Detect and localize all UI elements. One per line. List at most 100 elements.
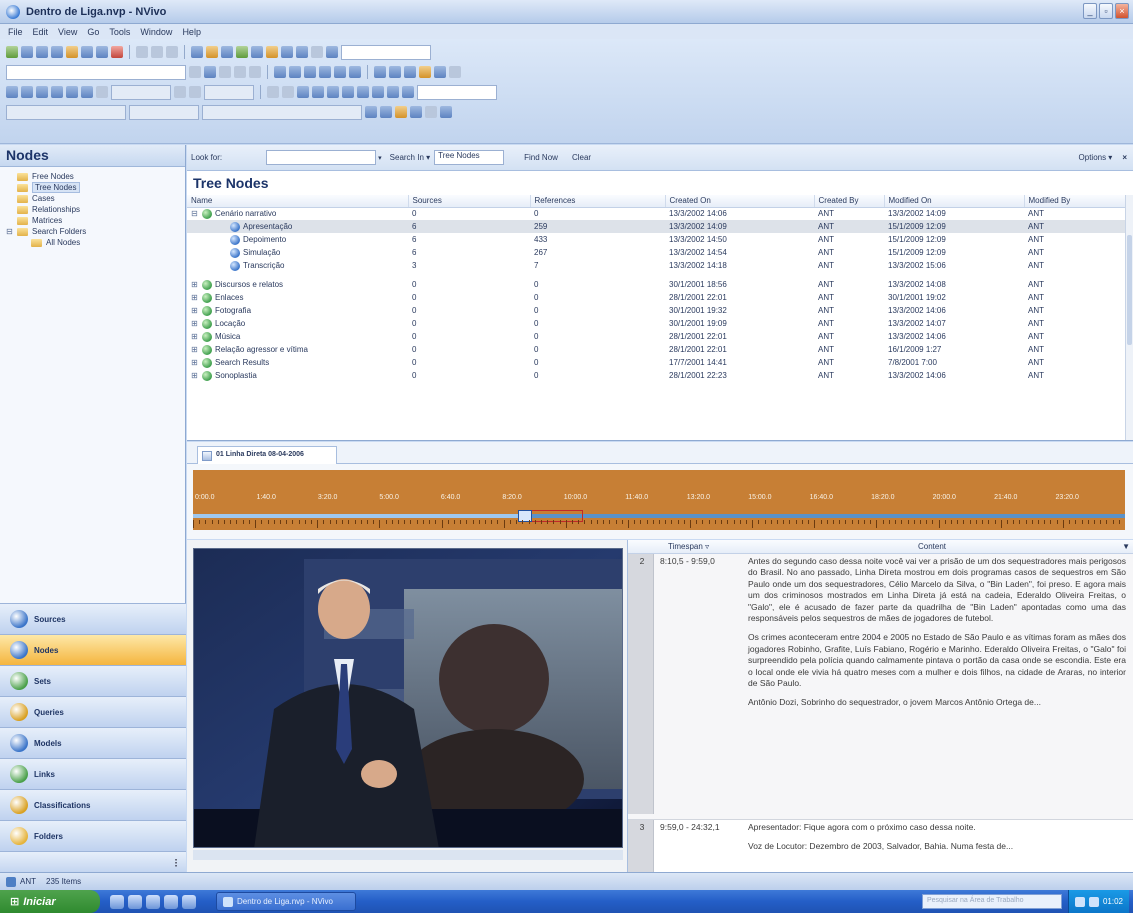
query-icon[interactable] <box>206 46 218 58</box>
font-icon[interactable] <box>189 66 201 78</box>
col-created-on[interactable]: Created On <box>665 195 815 208</box>
close-button[interactable]: × <box>1115 3 1129 19</box>
video-controls-bar[interactable] <box>193 850 623 860</box>
code-in-vivo-icon[interactable] <box>395 106 407 118</box>
minimize-button[interactable]: _ <box>1083 3 1097 19</box>
grid-4-icon[interactable] <box>357 86 369 98</box>
timeline-playhead[interactable] <box>517 510 532 522</box>
table-row[interactable]: ⊞ Locação 0 0 30/1/2001 19:09 ANT 13/3/2002 14… <box>187 317 1125 330</box>
volume-icon[interactable] <box>96 86 108 98</box>
code-icon[interactable] <box>365 106 377 118</box>
look-for-dropdown-icon[interactable]: ▾ <box>378 154 382 162</box>
indent-icon[interactable] <box>374 66 386 78</box>
fast-forward-icon[interactable] <box>51 86 63 98</box>
play-selection-icon[interactable] <box>297 86 309 98</box>
toolbar-combo-1[interactable] <box>341 44 431 60</box>
align-center-icon[interactable] <box>289 66 301 78</box>
justify-icon[interactable] <box>319 66 331 78</box>
menu-window[interactable]: Window <box>140 27 172 37</box>
stripes-icon[interactable] <box>410 106 422 118</box>
font-color-icon[interactable] <box>204 66 216 78</box>
new-icon[interactable] <box>6 46 18 58</box>
zoom-icon[interactable] <box>449 66 461 78</box>
underline-icon[interactable] <box>249 66 261 78</box>
table-row[interactable]: ⊞ Relação agressor e vítima 0 0 28/1/2001 22… <box>187 343 1125 356</box>
document-tab[interactable]: 01 Linha Direta 08-04-2006 <box>197 446 337 464</box>
nav-button-queries[interactable]: Queries <box>0 696 186 727</box>
italic-icon[interactable] <box>234 66 246 78</box>
transcript-content[interactable]: Antes do segundo caso dessa noite você v… <box>748 556 1126 715</box>
table-row[interactable]: ⊞ Sonoplastia 0 0 28/1/2001 22:23 ANT 13/3/200… <box>187 369 1125 382</box>
numbering-icon[interactable] <box>349 66 361 78</box>
expand-icon[interactable]: ⊞ <box>191 319 199 328</box>
nav-button-folders[interactable]: Folders <box>0 820 186 851</box>
expand-icon[interactable]: ⊞ <box>191 306 199 315</box>
open-icon[interactable] <box>21 46 33 58</box>
nav-tree-item-all-nodes[interactable]: All Nodes <box>6 237 185 248</box>
uncode-icon[interactable] <box>380 106 392 118</box>
video-frame[interactable] <box>193 548 623 848</box>
maximize-button[interactable]: ▫ <box>1099 3 1113 19</box>
next-icon[interactable] <box>282 86 294 98</box>
see-also-icon[interactable] <box>440 106 452 118</box>
media-icon[interactable] <box>164 894 178 909</box>
menu-help[interactable]: Help <box>182 27 201 37</box>
skip-back-icon[interactable] <box>66 86 78 98</box>
col-references[interactable]: References <box>530 195 666 208</box>
filter-icon[interactable] <box>296 46 308 58</box>
prev-icon[interactable] <box>267 86 279 98</box>
grid-5-icon[interactable] <box>372 86 384 98</box>
col-content[interactable]: Content <box>918 542 946 551</box>
menu-file[interactable]: File <box>8 27 23 37</box>
start-button[interactable]: ⊞ Iniciar <box>0 890 100 913</box>
clear-button[interactable]: Clear <box>572 153 591 162</box>
table-row[interactable]: ⊞ Música 0 0 28/1/2001 22:01 ANT 13/3/2002 14:… <box>187 330 1125 343</box>
transcript-row[interactable]: 3 9:59,0 - 24:32,1 Apresentador: Fique a… <box>628 819 1133 872</box>
in-combo[interactable] <box>129 104 199 120</box>
outdent-icon[interactable] <box>389 66 401 78</box>
col-modified-by[interactable]: Modified By <box>1024 195 1126 208</box>
table-row[interactable]: Depoimento 6 433 13/3/2002 14:50 ANT 15/1/200… <box>187 233 1125 246</box>
expand-icon[interactable]: ⊞ <box>191 293 199 302</box>
table-row[interactable]: Apresentação 6 259 13/3/2002 14:09 ANT 15/1/2… <box>187 220 1125 233</box>
binoculars-icon[interactable] <box>419 66 431 78</box>
sort-icon[interactable] <box>311 46 323 58</box>
bold-icon[interactable] <box>219 66 231 78</box>
nav-button-sources[interactable]: Sources <box>0 603 186 634</box>
search-in-button[interactable]: Search In ▾ <box>390 153 430 162</box>
table-row[interactable]: ⊞ Enlaces 0 0 28/1/2001 22:01 ANT 30/1/2001 19… <box>187 291 1125 304</box>
view-icon[interactable] <box>166 46 178 58</box>
nav-button-nodes[interactable]: Nodes <box>0 634 186 665</box>
style-combo[interactable] <box>6 64 186 80</box>
options-button[interactable]: Options ▾ <box>1079 153 1113 162</box>
mark-in-icon[interactable] <box>174 86 186 98</box>
expand-icon[interactable]: ⊞ <box>191 345 199 354</box>
position-combo[interactable] <box>204 84 254 100</box>
nav-tree-item-cases[interactable]: Cases <box>6 193 185 204</box>
model-icon[interactable] <box>221 46 233 58</box>
stop-icon[interactable] <box>21 86 33 98</box>
save-icon[interactable] <box>36 46 48 58</box>
annotate-icon[interactable] <box>425 106 437 118</box>
list-scrollbar[interactable] <box>1125 195 1133 440</box>
taskbar-nvivo-item[interactable]: Dentro de Liga.nvp - NVivo <box>216 892 356 911</box>
show-desktop-icon[interactable] <box>110 894 124 909</box>
table-row[interactable]: ⊟ Cenário narrativo 0 0 13/3/2002 14:06 ANT 13… <box>187 207 1125 220</box>
menu-tools[interactable]: Tools <box>109 27 130 37</box>
nav-tree-item-tree-nodes[interactable]: Tree Nodes <box>6 182 185 193</box>
find-now-button[interactable]: Find Now <box>524 153 558 162</box>
col-created-by[interactable]: Created By <box>814 195 885 208</box>
grid-1-icon[interactable] <box>312 86 324 98</box>
cut-icon[interactable] <box>66 46 78 58</box>
look-for-input[interactable] <box>266 150 377 165</box>
desktop-search-input[interactable]: Pesquisar na Área de Trabalho <box>921 894 1062 909</box>
app-icon[interactable] <box>182 894 196 909</box>
refresh-icon[interactable] <box>236 46 248 58</box>
transcript-row[interactable]: 2 8:10,5 - 9:59,0 Antes do segundo caso … <box>628 554 1133 814</box>
highlight-icon[interactable] <box>266 46 278 58</box>
folder-icon[interactable] <box>146 894 160 909</box>
menu-view[interactable]: View <box>58 27 77 37</box>
details-icon[interactable] <box>151 46 163 58</box>
undo-icon[interactable] <box>111 46 123 58</box>
layout-icon[interactable] <box>251 46 263 58</box>
